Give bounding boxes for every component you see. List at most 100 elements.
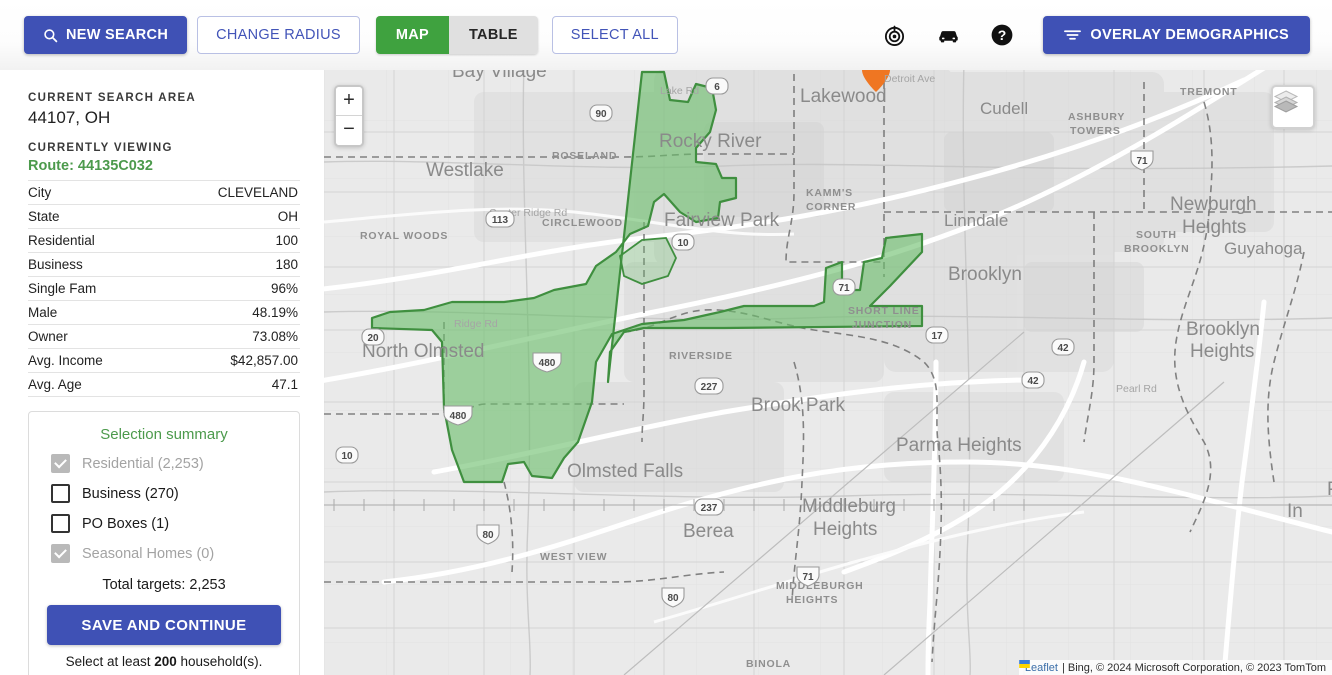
- map-city-label: Fairview Park: [664, 210, 780, 231]
- stat-key: Single Fam: [28, 281, 97, 296]
- highway-shield: 42: [1051, 338, 1075, 356]
- help-icon[interactable]: ?: [985, 18, 1019, 52]
- highway-shield: 42: [1021, 371, 1045, 389]
- checkbox-row[interactable]: PO Boxes (1): [51, 514, 281, 533]
- stat-value: 180: [275, 257, 298, 272]
- map-city-label: Westlake: [426, 160, 504, 181]
- table-row: Business 180: [28, 253, 300, 277]
- layers-control[interactable]: [1271, 85, 1315, 129]
- highway-shield-label: 71: [802, 572, 814, 583]
- map-neighborhood-label: BINOLA: [746, 658, 791, 670]
- stat-key: Owner: [28, 329, 68, 344]
- checkbox-label: Residential (2,253): [82, 455, 204, 472]
- hint-prefix: Select at least: [65, 654, 155, 669]
- highway-shield-label: 17: [931, 331, 943, 342]
- map-road-label: Detroit Ave: [884, 73, 935, 85]
- map-city-label: In: [1287, 501, 1303, 522]
- select-all-button[interactable]: SELECT ALL: [551, 16, 678, 54]
- highway-shield: 10: [335, 446, 359, 464]
- stat-key: Male: [28, 305, 58, 320]
- highway-shield-label: 6: [714, 82, 720, 93]
- map-neighborhood-label: HEIGHTS: [786, 594, 838, 606]
- map-neighborhood-label: WEST VIEW: [540, 551, 607, 563]
- stat-key: Avg. Income: [28, 353, 103, 368]
- map-neighborhood-label: TOWERS: [1070, 125, 1121, 137]
- stat-value: 100: [275, 233, 298, 248]
- car-icon[interactable]: [931, 18, 965, 52]
- filter-icon: [1064, 30, 1082, 40]
- map-city-label: Rocky River: [659, 131, 762, 152]
- map-city-label: Middleburg: [802, 496, 896, 517]
- stat-value: CLEVELAND: [217, 185, 298, 200]
- highway-shield-label: 227: [701, 382, 718, 393]
- checkbox-row: Seasonal Homes (0): [51, 544, 281, 563]
- map-city-label: Parma Heights: [896, 435, 1022, 456]
- stat-key: Avg. Age: [28, 377, 82, 392]
- table-row: Residential 100: [28, 229, 300, 253]
- map-graphics: Bay VillageLakewoodRocky RiverWestlakeCu…: [324, 62, 1332, 675]
- map-neighborhood-label: MIDDLEBURGH: [776, 580, 864, 592]
- stat-value: 47.1: [271, 377, 298, 392]
- overlay-demographics-button[interactable]: OVERLAY DEMOGRAPHICS: [1043, 16, 1310, 54]
- attribution-text: | Bing, © 2024 Microsoft Corporation, © …: [1061, 662, 1326, 674]
- map-neighborhood-label: ASHBURY: [1068, 111, 1125, 123]
- highway-shield: 10: [671, 233, 695, 251]
- highway-shield-label: 71: [1136, 156, 1148, 167]
- table-row: State OH: [28, 205, 300, 229]
- highway-shield-label: 20: [367, 333, 379, 344]
- checkbox-2[interactable]: [51, 514, 70, 533]
- checkbox-label: Seasonal Homes (0): [82, 545, 215, 562]
- checkbox-label: PO Boxes (1): [82, 515, 170, 532]
- map-road-label: Pearl Rd: [1116, 383, 1157, 395]
- table-row: Avg. Age 47.1: [28, 373, 300, 397]
- checkbox-0: [51, 454, 70, 473]
- map-city-label: Heights: [1182, 217, 1246, 238]
- highway-shield-label: 71: [838, 283, 850, 294]
- checkbox-1[interactable]: [51, 484, 70, 503]
- highway-shield: 90: [589, 104, 613, 122]
- highway-shield: 17: [925, 326, 949, 344]
- zoom-in-button[interactable]: +: [336, 87, 362, 116]
- app-root: NEW SEARCH CHANGE RADIUS MAP TABLE SELEC…: [0, 0, 1332, 675]
- new-search-button[interactable]: NEW SEARCH: [24, 16, 188, 54]
- highway-shield-label: 42: [1027, 376, 1039, 387]
- table-row: Male 48.19%: [28, 301, 300, 325]
- map-neighborhood-label: SOUTH: [1136, 229, 1177, 241]
- map-neighborhood-label: ROYAL WOODS: [360, 230, 448, 242]
- checkbox-row: Residential (2,253): [51, 454, 281, 473]
- overlay-demographics-label: OVERLAY DEMOGRAPHICS: [1090, 27, 1289, 43]
- highway-shield: 6: [705, 77, 729, 95]
- stat-key: City: [28, 185, 52, 200]
- current-search-area-value: 44107, OH: [28, 108, 111, 127]
- tab-table[interactable]: TABLE: [448, 16, 538, 54]
- hint-suffix: household(s).: [176, 654, 263, 669]
- stats-table: City CLEVELAND State OH Residential 100 Busine…: [28, 180, 300, 397]
- total-targets: Total targets: 2,253: [102, 577, 226, 593]
- map-neighborhood-label: KAMM'S: [806, 187, 853, 199]
- map-canvas[interactable]: Bay Village Lakewood Rocky River Westlake Cu…: [324, 62, 1332, 675]
- stat-key: Residential: [28, 233, 95, 248]
- map-city-label: Brooklyn: [948, 264, 1022, 285]
- map-city-label: Cudell: [980, 99, 1028, 118]
- highway-shield-label: 113: [492, 215, 509, 226]
- map-neighborhood-label: BROOKLYN: [1124, 243, 1190, 255]
- change-radius-button[interactable]: CHANGE RADIUS: [197, 16, 360, 54]
- checkbox-row[interactable]: Business (270): [51, 484, 281, 503]
- view-mode-toggle: MAP TABLE: [375, 16, 538, 54]
- radar-icon[interactable]: [877, 18, 911, 52]
- new-search-label: NEW SEARCH: [66, 27, 169, 43]
- highway-shield-label: 80: [482, 530, 494, 541]
- table-row: Avg. Income $42,857.00: [28, 349, 300, 373]
- map-city-label: Parma: [1327, 479, 1332, 500]
- highway-shield-label: 90: [595, 109, 607, 120]
- zoom-out-button[interactable]: −: [336, 116, 362, 145]
- tab-map[interactable]: MAP: [375, 16, 449, 54]
- stat-value: $42,857.00: [230, 353, 298, 368]
- highway-shield: 20: [361, 328, 385, 346]
- map-road-label: Lake Rd: [660, 85, 699, 97]
- highway-shield-label: 480: [539, 358, 556, 369]
- stat-value: 73.08%: [252, 329, 298, 344]
- save-and-continue-button[interactable]: SAVE AND CONTINUE: [47, 605, 281, 645]
- map-city-label: Guyahoga: [1224, 239, 1303, 258]
- highway-shield: 237: [694, 498, 724, 516]
